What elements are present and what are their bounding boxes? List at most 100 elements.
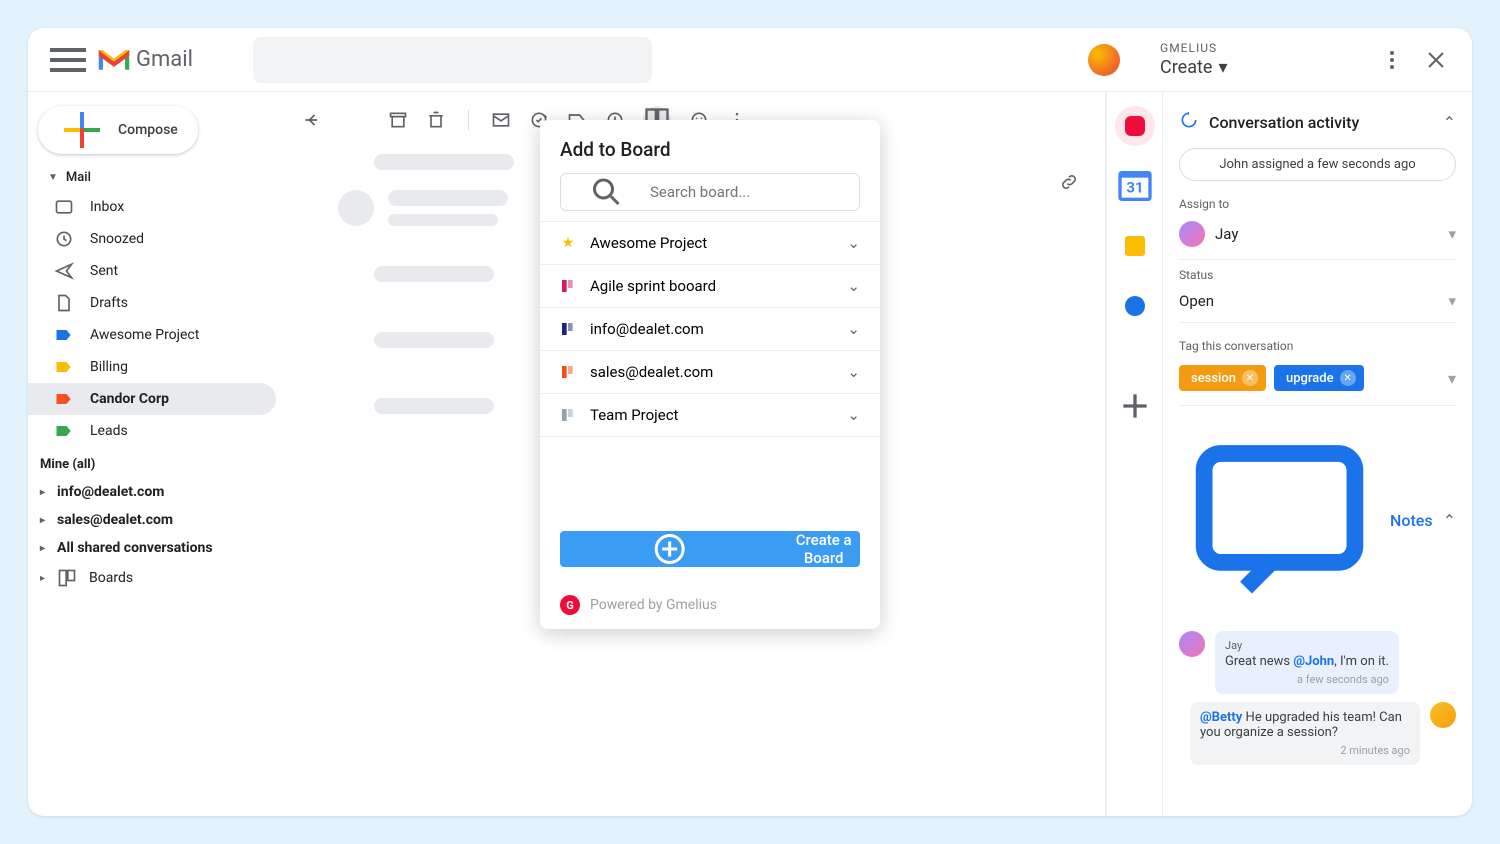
- plus-circle-icon: [560, 531, 779, 567]
- chevron-up-icon[interactable]: ⌃: [1443, 511, 1456, 530]
- board-search-input[interactable]: [650, 183, 849, 201]
- main-content: Add to Board ★ Awesome Project ⌄ Agile spri…: [284, 92, 1472, 816]
- board-search[interactable]: [560, 173, 860, 211]
- sidebar: Compose ▼ Mail Inbox Snoozed Sent Drafts: [28, 92, 284, 816]
- activity-icon: [1179, 110, 1199, 134]
- account-info-dealet[interactable]: ▸info@dealet.com: [28, 478, 276, 506]
- board-label: Awesome Project: [590, 234, 707, 252]
- nav-sent[interactable]: Sent: [28, 255, 276, 287]
- shared-conversations[interactable]: ▸All shared conversations: [28, 534, 276, 562]
- mail-section-header[interactable]: ▼ Mail: [28, 164, 276, 191]
- create-board-label: Create a Board: [787, 531, 860, 567]
- clock-icon: [54, 229, 74, 249]
- gmelius-create-dropdown[interactable]: Create ▾: [1160, 57, 1380, 78]
- activity-pill: John assigned a few seconds ago: [1179, 148, 1456, 181]
- app-header: Gmail GMELIUS Create ▾: [28, 28, 1472, 92]
- board-item[interactable]: sales@dealet.com⌄: [540, 351, 880, 394]
- chevron-down-icon: ⌄: [847, 406, 860, 424]
- status-value: Open: [1179, 292, 1214, 310]
- message-list: Add to Board ★ Awesome Project ⌄ Agile spri…: [284, 92, 1106, 816]
- app-window: Gmail GMELIUS Create ▾ Compose ▼ Mail: [28, 28, 1472, 816]
- gmelius-brand: GMELIUS: [1160, 41, 1380, 55]
- label-icon: [54, 357, 74, 377]
- user-avatar[interactable]: [1088, 44, 1120, 76]
- compose-label: Compose: [118, 122, 178, 138]
- chevron-down-icon: ⌄: [847, 320, 860, 338]
- menu-icon[interactable]: [44, 36, 92, 84]
- nav-awesome-project[interactable]: Awesome Project: [28, 319, 276, 351]
- chevron-down-icon[interactable]: ▾: [1448, 369, 1456, 388]
- board-icon: [560, 364, 576, 380]
- nav-billing[interactable]: Billing: [28, 351, 276, 383]
- note-time: a few seconds ago: [1225, 673, 1389, 686]
- tag-chip[interactable]: upgrade ✕: [1274, 365, 1364, 391]
- status-select[interactable]: Open ▾: [1179, 286, 1456, 323]
- note-bubble: @Betty He upgraded his team! Can you org…: [1190, 702, 1420, 765]
- activity-title: Conversation activity: [1209, 113, 1359, 132]
- board-item[interactable]: ★Awesome Project⌄: [540, 222, 880, 265]
- board-item[interactable]: Agile sprint booard⌄: [540, 265, 880, 308]
- tag-row: session ✕ upgrade ✕ ▾: [1179, 357, 1456, 406]
- board-item[interactable]: Team Project⌄: [540, 394, 880, 437]
- remove-tag-icon[interactable]: ✕: [1242, 370, 1258, 386]
- chevron-down-icon: ▾: [1448, 292, 1456, 310]
- assignee-select[interactable]: Jay ▾: [1179, 215, 1456, 260]
- board-label: Agile sprint booard: [590, 277, 716, 295]
- star-icon: ★: [560, 235, 576, 251]
- addon-add[interactable]: [1115, 386, 1155, 426]
- create-board-button[interactable]: Create a Board: [560, 531, 860, 567]
- note-bubble: Jay Great news @John, I'm on it. a few s…: [1215, 631, 1399, 694]
- nav-label: Awesome Project: [90, 327, 199, 343]
- gmail-logo[interactable]: Gmail: [96, 46, 193, 74]
- note-item: @Betty He upgraded his team! Can you org…: [1179, 702, 1456, 765]
- nav-drafts[interactable]: Drafts: [28, 287, 276, 319]
- nav-inbox[interactable]: Inbox: [28, 191, 276, 223]
- board-icon: [57, 568, 77, 588]
- account-sales-dealet[interactable]: ▸sales@dealet.com: [28, 506, 276, 534]
- chevron-up-icon[interactable]: ⌃: [1443, 113, 1456, 132]
- note-item: Jay Great news @John, I'm on it. a few s…: [1179, 631, 1456, 694]
- boards-section[interactable]: ▸ Boards: [28, 562, 276, 594]
- close-icon[interactable]: [1424, 48, 1448, 72]
- popup-title: Add to Board: [540, 120, 880, 173]
- chevron-right-icon: ▸: [40, 573, 45, 584]
- remove-tag-icon[interactable]: ✕: [1340, 370, 1356, 386]
- compose-button[interactable]: Compose: [38, 106, 198, 154]
- svg-text:31: 31: [1126, 179, 1143, 197]
- mention[interactable]: @John: [1293, 654, 1334, 669]
- chevron-right-icon: ▸: [40, 487, 45, 498]
- nav-leads[interactable]: Leads: [28, 415, 276, 447]
- label-icon: [54, 389, 74, 409]
- addon-tasks[interactable]: [1115, 286, 1155, 326]
- archive-icon[interactable]: [388, 110, 408, 130]
- link-icon[interactable]: [1059, 172, 1079, 196]
- addon-calendar[interactable]: 31: [1115, 166, 1155, 206]
- nav-label: Sent: [90, 263, 118, 279]
- nav-label: Snoozed: [90, 231, 144, 247]
- tag-chip[interactable]: session ✕: [1179, 365, 1266, 391]
- board-item[interactable]: info@dealet.com⌄: [540, 308, 880, 351]
- assignee-name: Jay: [1215, 225, 1238, 243]
- back-icon[interactable]: [302, 110, 322, 130]
- tag-label: session: [1191, 371, 1236, 386]
- nav-snoozed[interactable]: Snoozed: [28, 223, 276, 255]
- account-label: All shared conversations: [57, 540, 213, 556]
- chevron-down-icon: ▼: [48, 172, 58, 183]
- mention[interactable]: @Betty: [1200, 710, 1242, 725]
- tag-label: upgrade: [1286, 371, 1334, 386]
- addon-gmelius[interactable]: [1115, 106, 1155, 146]
- delete-icon[interactable]: [426, 110, 446, 130]
- mail-icon[interactable]: [491, 110, 511, 130]
- notes-section[interactable]: Notes ⌃: [1179, 406, 1456, 631]
- note-avatar: [1179, 631, 1205, 657]
- search-input[interactable]: [253, 37, 653, 83]
- assignee-avatar: [1179, 221, 1205, 247]
- activity-section[interactable]: Conversation activity ⌃: [1179, 104, 1456, 140]
- gmelius-panel: Conversation activity ⌃ John assigned a …: [1162, 92, 1472, 816]
- more-vert-icon[interactable]: [1380, 48, 1404, 72]
- file-icon: [54, 293, 74, 313]
- nav-label: Billing: [90, 359, 128, 375]
- board-label: sales@dealet.com: [590, 363, 713, 381]
- addon-keep[interactable]: [1115, 226, 1155, 266]
- nav-candor-corp[interactable]: Candor Corp: [28, 383, 276, 415]
